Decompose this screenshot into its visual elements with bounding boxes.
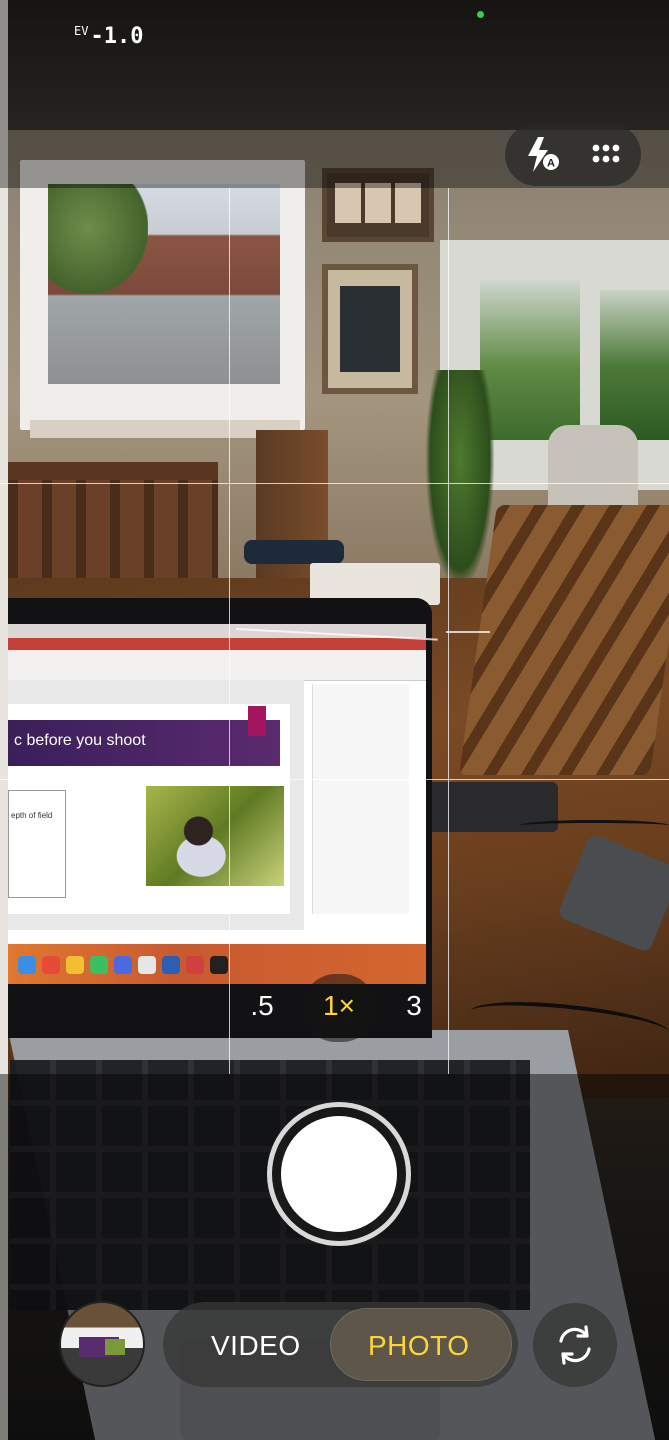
slide-photo	[146, 786, 284, 886]
privacy-indicator-dot	[477, 11, 484, 18]
camera-screen: c before you shoot epth of field EV-1.0 …	[0, 0, 669, 1440]
shutter-button[interactable]	[281, 1116, 397, 1232]
scene-slide: c before you shoot epth of field	[8, 704, 290, 914]
switch-camera-button[interactable]	[533, 1303, 617, 1387]
scene-chair	[459, 505, 669, 775]
slide-note: epth of field	[11, 811, 53, 820]
grid-line-horizontal	[0, 779, 669, 780]
zoom-3x[interactable]: 3	[384, 990, 444, 1022]
more-dots-icon	[592, 144, 620, 163]
scene-picture-frame	[322, 264, 418, 394]
gallery-thumbnail[interactable]	[59, 1301, 145, 1387]
flash-auto-badge: A	[547, 158, 555, 170]
flash-auto-icon: A	[528, 137, 559, 172]
level-indicator-ref	[446, 631, 490, 633]
flash-button[interactable]: A	[518, 131, 570, 177]
scene-dock	[8, 944, 426, 984]
scene-chair	[8, 462, 218, 592]
zoom-1x[interactable]: 1×	[309, 990, 369, 1022]
grid-line-horizontal	[0, 483, 669, 484]
grid-line-vertical	[229, 188, 230, 1074]
zoom-0.5x[interactable]: .5	[232, 990, 292, 1022]
exposure-value[interactable]: EV-1.0	[74, 24, 143, 49]
scene-laptop: c before you shoot epth of field	[0, 598, 432, 1038]
slide-title: c before you shoot	[14, 732, 146, 749]
scene-laptop-display: c before you shoot epth of field	[8, 624, 426, 984]
scene-window-left	[20, 160, 305, 430]
more-options-button[interactable]	[582, 131, 630, 177]
mode-video[interactable]: VIDEO	[211, 1330, 301, 1362]
switch-camera-icon	[559, 1325, 591, 1365]
mode-photo[interactable]: PHOTO	[368, 1330, 470, 1362]
